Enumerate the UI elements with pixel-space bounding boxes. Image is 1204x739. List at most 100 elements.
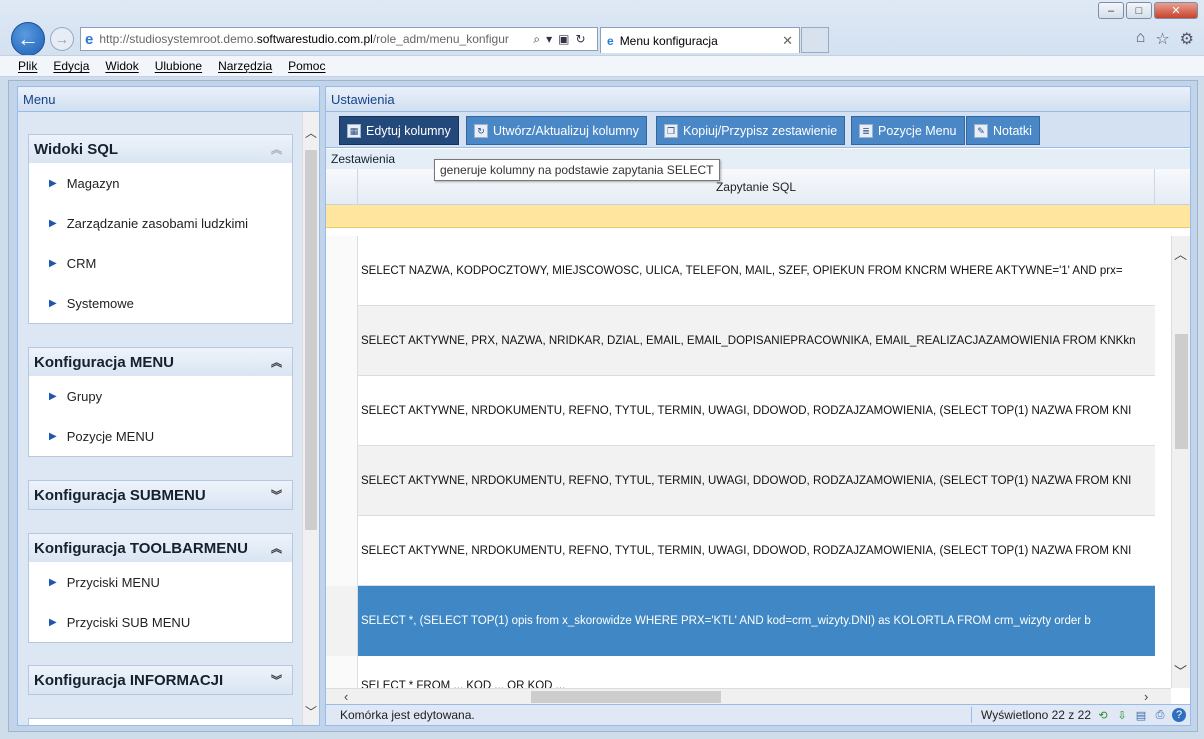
collapse-icon[interactable]: ︽: [271, 354, 282, 370]
group-next-partial: [28, 718, 293, 725]
table-row[interactable]: SELECT AKTYWNE, NRDOKUMENTU, REFNO, TYTU…: [326, 446, 1155, 516]
sql-cell[interactable]: SELECT AKTYWNE, NRDOKUMENTU, REFNO, TYTU…: [358, 516, 1155, 586]
menu-panel-title: Menu: [18, 87, 319, 112]
list-item[interactable]: ▶ CRM: [29, 243, 292, 283]
collapse-icon[interactable]: ︽: [271, 141, 282, 157]
collapse-icon[interactable]: ︽: [271, 540, 282, 556]
sql-cell[interactable]: SELECT NAZWA, KODPOCZTOWY, MIEJSCOWOSC, …: [358, 236, 1155, 306]
scrollbar-thumb[interactable]: [1175, 334, 1188, 449]
arrow-left-icon: ←: [17, 26, 39, 51]
refresh-icon[interactable]: ↻: [575, 32, 585, 47]
group-header[interactable]: Konfiguracja SUBMENU ︾: [29, 481, 292, 509]
chevron-down-icon[interactable]: ﹀: [303, 703, 319, 719]
menu-narzedzia[interactable]: Narzędzia: [218, 59, 272, 73]
triangle-right-icon: ▶: [49, 177, 57, 189]
table-row[interactable]: SELECT NAZWA, KODPOCZTOWY, MIEJSCOWOSC, …: [326, 236, 1155, 306]
group-header[interactable]: Konfiguracja MENU ︽: [29, 348, 292, 376]
print-icon[interactable]: ⎙: [1153, 708, 1167, 722]
home-icon[interactable]: ⌂: [1136, 29, 1146, 49]
group-konfiguracja-informacji: Konfiguracja INFORMACJI ︾: [28, 665, 293, 695]
save-icon[interactable]: ▤: [1134, 708, 1148, 722]
chevron-up-icon[interactable]: ︿: [303, 124, 319, 140]
refresh-icon[interactable]: ⟲: [1096, 708, 1110, 722]
grid-body: SELECT NAZWA, KODPOCZTOWY, MIEJSCOWOSC, …: [326, 236, 1171, 688]
tab-title: Menu konfiguracja: [619, 33, 718, 48]
chevron-down-icon[interactable]: ﹀: [1174, 661, 1187, 680]
group-header[interactable]: Konfiguracja TOOLBARMENU ︽: [29, 534, 292, 562]
export-icon[interactable]: ⇩: [1115, 708, 1129, 722]
dropdown-icon[interactable]: ▾: [546, 32, 552, 47]
menu-scrollbar[interactable]: ︿ ﹀: [302, 112, 319, 725]
triangle-right-icon: ▶: [49, 217, 57, 229]
menu-pomoc[interactable]: Pomoc: [288, 59, 325, 73]
chevron-left-icon[interactable]: ‹: [344, 689, 348, 704]
menu-panel-body: Widoki SQL ︽ ▶ Magazyn ▶ Zarządzanie zasoba…: [18, 112, 319, 725]
menu-plik[interactable]: Plik: [18, 59, 37, 73]
copy-icon: ❐: [664, 123, 678, 138]
list-item[interactable]: ▶ Systemowe: [29, 283, 292, 323]
menu-edycja[interactable]: Edycja: [53, 59, 89, 73]
list-item[interactable]: ▶ Pozycje MENU: [29, 416, 292, 456]
table-row[interactable]: SELECT AKTYWNE, NRDOKUMENTU, REFNO, TYTU…: [326, 516, 1155, 586]
expand-icon[interactable]: ︾: [271, 487, 282, 503]
status-tools: Wyświetlono 22 z 22 ⟲ ⇩ ▤ ⎙ ?: [971, 707, 1186, 723]
table-row-selected[interactable]: SELECT *, (SELECT TOP(1) opis from x_sko…: [326, 586, 1155, 656]
close-tab-icon[interactable]: ✕: [782, 33, 793, 49]
edit-columns-button[interactable]: ▦ Edytuj kolumny: [339, 116, 459, 145]
status-bar: Komórka jest edytowana. Wyświetlono 22 z…: [326, 704, 1190, 725]
scrollbar-thumb[interactable]: [305, 150, 317, 530]
list-item[interactable]: ▶ Grupy: [29, 376, 292, 416]
ie-tab-icon: e: [607, 33, 614, 48]
list-item[interactable]: ▶ Przyciski MENU: [29, 562, 292, 602]
forward-button[interactable]: →: [50, 27, 74, 51]
group-header[interactable]: Widoki SQL ︽: [29, 135, 292, 163]
table-row[interactable]: SELECT AKTYWNE, PRX, NAZWA, NRIDKAR, DZI…: [326, 306, 1155, 376]
table-row[interactable]: SELECT AKTYWNE, NRDOKUMENTU, REFNO, TYTU…: [326, 376, 1155, 446]
maximize-button[interactable]: □: [1126, 2, 1152, 19]
search-icon[interactable]: ⌕: [533, 32, 540, 47]
ie-logo-icon: e: [85, 30, 94, 48]
chevron-right-icon[interactable]: ›: [1144, 689, 1148, 704]
sql-cell[interactable]: SELECT * FROM ... KOD ... OR KOD ...: [358, 656, 1155, 688]
copy-assign-report-button[interactable]: ❐ Kopiuj/Przypisz zestawienie: [656, 116, 846, 145]
compat-icon[interactable]: ▣: [558, 32, 569, 47]
filter-row[interactable]: [326, 205, 1190, 228]
favorites-star-icon[interactable]: ☆: [1155, 29, 1169, 49]
list-item[interactable]: ▶ Zarządzanie zasobami ludzkimi: [29, 203, 292, 243]
triangle-right-icon: ▶: [49, 390, 57, 402]
table-row[interactable]: SELECT * FROM ... KOD ... OR KOD ...: [326, 656, 1155, 688]
arrow-right-icon: →: [55, 31, 69, 47]
expand-icon[interactable]: ︾: [271, 672, 282, 688]
group-header[interactable]: Konfiguracja INFORMACJI ︾: [29, 666, 292, 694]
settings-panel-title: Ustawienia: [326, 87, 1190, 112]
back-button[interactable]: ←: [11, 22, 45, 56]
menu-ulubione[interactable]: Ulubione: [155, 59, 202, 73]
new-tab-button[interactable]: [801, 27, 829, 53]
menu-items-button[interactable]: ≣ Pozycje Menu: [851, 116, 965, 145]
gear-icon[interactable]: ⚙: [1180, 29, 1194, 49]
triangle-right-icon: ▶: [49, 297, 57, 309]
help-icon[interactable]: ?: [1172, 708, 1186, 722]
address-bar[interactable]: e http://studiosystemroot.demo.softwares…: [80, 27, 598, 51]
notes-button[interactable]: ✎ Notatki: [966, 116, 1040, 145]
browser-menubar: Plik Edycja Widok Ulubione Narzędzia Pom…: [0, 55, 1204, 77]
close-window-button[interactable]: ✕: [1154, 2, 1198, 19]
sql-cell[interactable]: SELECT *, (SELECT TOP(1) opis from x_sko…: [358, 586, 1155, 656]
sql-cell[interactable]: SELECT AKTYWNE, PRX, NAZWA, NRIDKAR, DZI…: [358, 306, 1155, 376]
minimize-button[interactable]: –: [1098, 2, 1124, 19]
create-update-columns-button[interactable]: ↻ Utwórz/Aktualizuj kolumny: [466, 116, 647, 145]
note-icon: ✎: [974, 123, 988, 138]
records-count: Wyświetlono 22 z 22: [981, 708, 1091, 722]
settings-toolbar: ▦ Edytuj kolumny ↻ Utwórz/Aktualizuj kolum…: [326, 112, 1190, 148]
sql-cell[interactable]: SELECT AKTYWNE, NRDOKUMENTU, REFNO, TYTU…: [358, 446, 1155, 516]
sql-cell[interactable]: SELECT AKTYWNE, NRDOKUMENTU, REFNO, TYTU…: [358, 376, 1155, 446]
grid-vertical-scrollbar[interactable]: ︿ ﹀: [1171, 236, 1190, 688]
browser-tab[interactable]: e Menu konfiguracja ✕: [600, 27, 800, 53]
chevron-up-icon[interactable]: ︿: [1174, 244, 1187, 263]
scrollbar-thumb[interactable]: [531, 691, 721, 703]
list-item[interactable]: ▶ Przyciski SUB MENU: [29, 602, 292, 642]
list-item[interactable]: ▶ Magazyn: [29, 163, 292, 203]
grid-horizontal-scrollbar[interactable]: ‹ ›: [326, 688, 1171, 704]
menu-widok[interactable]: Widok: [105, 59, 138, 73]
list-icon: ≣: [859, 123, 873, 138]
